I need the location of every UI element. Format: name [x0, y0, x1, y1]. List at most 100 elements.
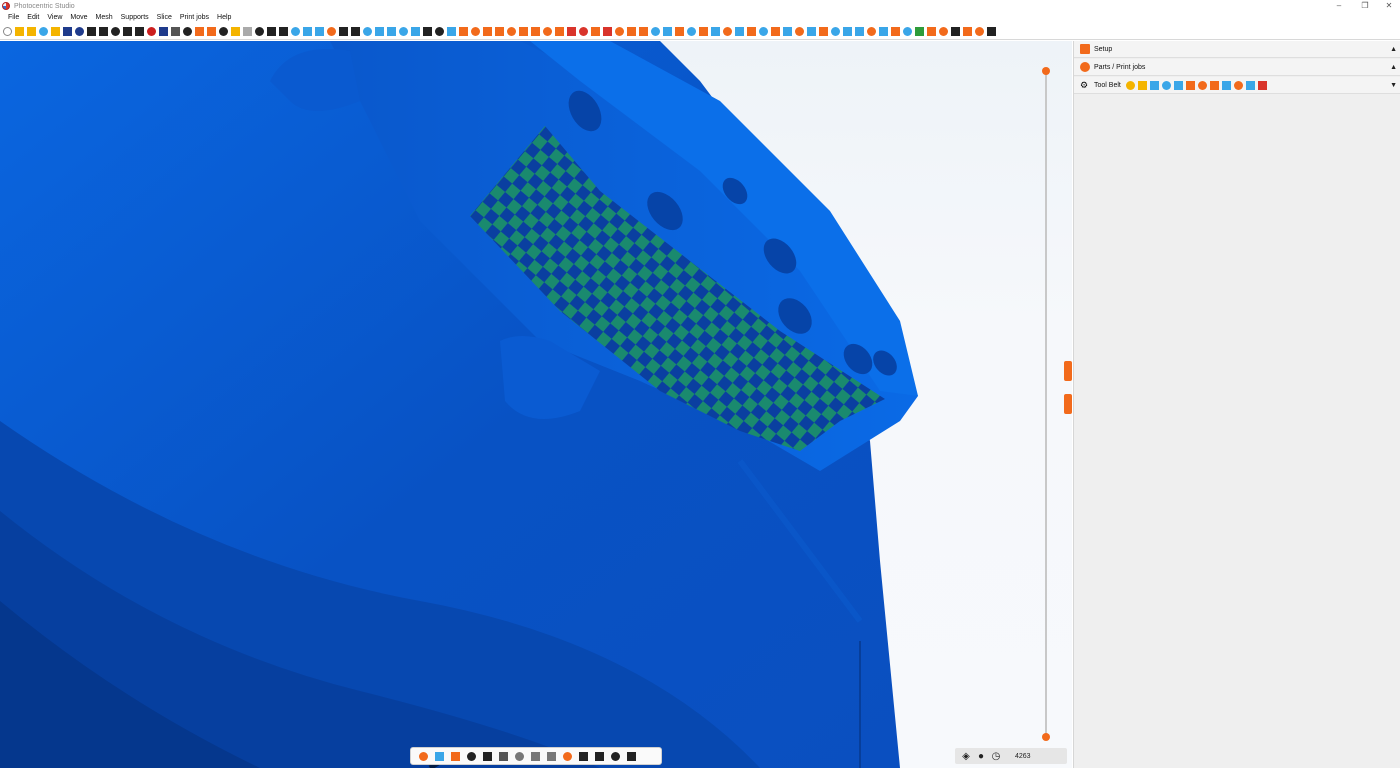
panel-resize-handle[interactable]	[1064, 361, 1072, 381]
plant-icon[interactable]	[902, 26, 913, 37]
menu-edit[interactable]: Edit	[23, 12, 43, 24]
panel-collapse-handle[interactable]	[1064, 394, 1072, 414]
undo-icon[interactable]	[158, 26, 169, 37]
cup-tool-icon[interactable]	[1209, 80, 1220, 91]
slice-i-icon[interactable]	[746, 26, 757, 37]
slice-c-icon[interactable]	[674, 26, 685, 37]
slice-f-icon[interactable]	[710, 26, 721, 37]
new-file-icon[interactable]	[2, 26, 13, 37]
slice-n-icon[interactable]	[806, 26, 817, 37]
menu-file[interactable]: File	[4, 12, 23, 24]
grid-view-icon[interactable]	[465, 750, 477, 762]
flag-tool-icon[interactable]	[1257, 80, 1268, 91]
parts-section[interactable]: Parts / Print jobs ▲	[1074, 59, 1400, 76]
sphere-icon[interactable]	[554, 26, 565, 37]
ring-tool-icon[interactable]	[1185, 80, 1196, 91]
drop-down-icon[interactable]	[545, 750, 557, 762]
redo-icon[interactable]	[170, 26, 181, 37]
copy-icon[interactable]	[182, 26, 193, 37]
close-button[interactable]: ✕	[1376, 0, 1400, 12]
slice-h-icon[interactable]	[734, 26, 745, 37]
print-icon[interactable]	[926, 26, 937, 37]
box-icon[interactable]	[417, 750, 429, 762]
brush-icon[interactable]	[866, 26, 877, 37]
slice-k-icon[interactable]	[770, 26, 781, 37]
basket-icon[interactable]	[206, 26, 217, 37]
http-icon[interactable]	[950, 26, 961, 37]
cloud-icon[interactable]	[830, 26, 841, 37]
folder-icon[interactable]	[50, 26, 61, 37]
snowflake-icon[interactable]	[386, 26, 397, 37]
folder-tool-icon[interactable]	[1137, 80, 1148, 91]
slice-j-icon[interactable]	[758, 26, 769, 37]
flag-icon[interactable]	[938, 26, 949, 37]
layers-icon[interactable]: ◈	[960, 750, 972, 762]
text-icon[interactable]	[638, 26, 649, 37]
text-tool-icon[interactable]	[1173, 80, 1184, 91]
link-out-icon[interactable]	[962, 26, 973, 37]
layer-slider-track[interactable]	[1045, 71, 1047, 737]
setup-section[interactable]: Setup ▲	[1074, 41, 1400, 58]
open-folder-icon[interactable]	[14, 26, 25, 37]
trash-icon[interactable]	[218, 26, 229, 37]
add-part-icon[interactable]	[26, 26, 37, 37]
layout-tool-icon[interactable]	[1149, 80, 1160, 91]
target-icon[interactable]	[494, 26, 505, 37]
menu-mesh[interactable]: Mesh	[92, 12, 117, 24]
delete-icon[interactable]	[146, 26, 157, 37]
cubes-icon[interactable]	[578, 26, 589, 37]
export-icon[interactable]	[110, 26, 121, 37]
menu-move[interactable]: Move	[66, 12, 91, 24]
globe-icon[interactable]	[542, 26, 553, 37]
bowl-icon[interactable]	[513, 750, 525, 762]
slice-l-icon[interactable]	[782, 26, 793, 37]
pen-icon[interactable]	[278, 26, 289, 37]
chart-tool-icon[interactable]	[1221, 80, 1232, 91]
select-all-icon[interactable]	[230, 26, 241, 37]
branch-icon[interactable]	[890, 26, 901, 37]
info-icon[interactable]	[254, 26, 265, 37]
toolbelt-section[interactable]: ⚙ Tool Belt ▼	[1074, 77, 1400, 94]
scale-icon[interactable]	[326, 26, 337, 37]
funnel-icon[interactable]	[433, 750, 445, 762]
support-icon[interactable]	[566, 26, 577, 37]
parts-collapse-icon[interactable]: ▲	[1390, 64, 1397, 71]
checker-icon[interactable]	[593, 750, 605, 762]
paste-icon[interactable]	[194, 26, 205, 37]
menu-slice[interactable]: Slice	[153, 12, 176, 24]
arch-icon[interactable]	[854, 26, 865, 37]
leaf-icon[interactable]	[914, 26, 925, 37]
disk-icon[interactable]	[481, 750, 493, 762]
rotate-y-icon[interactable]	[302, 26, 313, 37]
layer-slider-top-handle[interactable]	[1042, 67, 1050, 75]
slice-g-icon[interactable]	[722, 26, 733, 37]
slice-a-icon[interactable]	[650, 26, 661, 37]
cup-icon[interactable]	[530, 26, 541, 37]
maximize-button[interactable]: ❐	[1352, 0, 1378, 12]
slice-m-icon[interactable]	[794, 26, 805, 37]
ruler-icon[interactable]	[577, 750, 589, 762]
bolt-icon[interactable]	[470, 26, 481, 37]
circle-icon[interactable]	[449, 750, 461, 762]
layer-slider-bottom-handle[interactable]	[1042, 733, 1050, 741]
hollow-icon[interactable]	[422, 26, 433, 37]
3d-viewport[interactable]	[0, 41, 1072, 768]
palette-icon[interactable]	[561, 750, 573, 762]
gear-orange-icon[interactable]	[506, 26, 517, 37]
bridge-icon[interactable]	[842, 26, 853, 37]
share-icon[interactable]	[122, 26, 133, 37]
slice-d-icon[interactable]	[686, 26, 697, 37]
clock-tool-icon[interactable]	[1125, 80, 1136, 91]
measure-tool-icon[interactable]	[1233, 80, 1244, 91]
grid-icon[interactable]	[410, 26, 421, 37]
settings-icon[interactable]	[98, 26, 109, 37]
external-icon[interactable]	[974, 26, 985, 37]
split-icon[interactable]	[434, 26, 445, 37]
ring-icon[interactable]	[482, 26, 493, 37]
base-icon[interactable]	[626, 26, 637, 37]
slice-e-icon[interactable]	[698, 26, 709, 37]
slice-b-icon[interactable]	[662, 26, 673, 37]
swap-icon[interactable]	[625, 750, 637, 762]
setup-collapse-icon[interactable]: ▲	[1390, 46, 1397, 53]
mirror-icon[interactable]	[398, 26, 409, 37]
